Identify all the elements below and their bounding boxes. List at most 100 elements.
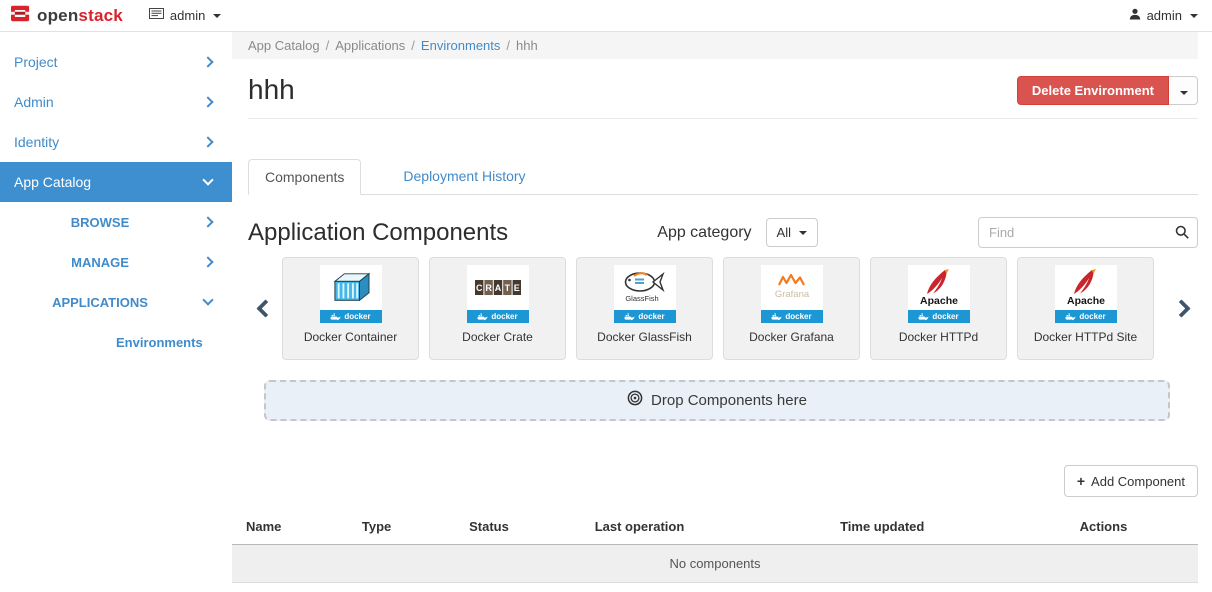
sidebar-item-admin[interactable]: Admin: [0, 82, 232, 122]
breadcrumb-separator: /: [506, 38, 510, 53]
docker-badge: docker: [614, 310, 676, 323]
docker-whale-icon: [918, 313, 929, 321]
component-tile: Apache docker: [908, 265, 970, 323]
component-card-label: Docker Grafana: [749, 330, 834, 344]
svg-text:A: A: [494, 283, 501, 293]
chevron-right-icon: [202, 96, 213, 107]
sidebar-item-label: Admin: [14, 94, 54, 110]
user-menu-dropdown[interactable]: admin: [1129, 8, 1198, 23]
carousel-prev-button[interactable]: [248, 302, 282, 315]
topbar-left: openstack admin: [10, 4, 221, 28]
docker-whale-icon: [624, 313, 635, 321]
breadcrumb-item: Applications: [335, 38, 405, 53]
sidebar-item-label: MANAGE: [0, 255, 200, 270]
column-header-name: Name: [232, 511, 348, 545]
context-project-label: admin: [170, 8, 205, 23]
docker-badge-text: docker: [1079, 312, 1105, 321]
tab-components[interactable]: Components: [248, 159, 361, 195]
drop-zone-text: Drop Components here: [651, 392, 807, 409]
breadcrumb: App Catalog / Applications / Environments / hh…: [232, 32, 1198, 59]
tab-bar: Components Deployment History: [248, 159, 1198, 195]
component-card-docker-glassfish[interactable]: GlassFish docker Docker GlassFish: [576, 257, 713, 360]
component-card-docker-httpd-site[interactable]: Apache docker Docker HTTPd Site: [1017, 257, 1154, 360]
component-tile: GlassFish docker: [614, 265, 676, 323]
sidebar-item-browse[interactable]: BROWSE: [0, 202, 232, 242]
page-title: hhh: [248, 74, 295, 106]
application-components-heading: Application Components: [248, 219, 508, 247]
tab-deployment-history[interactable]: Deployment History: [387, 159, 541, 195]
component-card-label: Docker HTTPd Site: [1034, 330, 1137, 344]
docker-whale-icon: [771, 313, 782, 321]
breadcrumb-link-environments[interactable]: Environments: [421, 38, 500, 53]
breadcrumb-item: App Catalog: [248, 38, 320, 53]
drop-components-zone[interactable]: Drop Components here: [264, 380, 1170, 421]
app-category-value: All: [777, 225, 791, 240]
component-card-docker-grafana[interactable]: Grafana docker Docker Grafana: [723, 257, 860, 360]
column-header-type: Type: [348, 511, 455, 545]
add-component-button[interactable]: + Add Component: [1064, 465, 1198, 497]
find-input[interactable]: [978, 217, 1198, 248]
sidebar-item-manage[interactable]: MANAGE: [0, 242, 232, 282]
sidebar-item-environments[interactable]: Environments: [0, 322, 232, 362]
delete-environment-button[interactable]: Delete Environment: [1017, 76, 1169, 105]
crate-icon: C R A T E: [467, 265, 529, 310]
component-card-docker-crate[interactable]: C R A T E docker: [429, 257, 566, 360]
top-navbar: openstack admin admin: [0, 0, 1212, 32]
component-card-docker-httpd[interactable]: Apache docker Docker HTTPd: [870, 257, 1007, 360]
sidebar-item-project[interactable]: Project: [0, 42, 232, 82]
component-card-label: Docker Crate: [462, 330, 533, 344]
chevron-left-icon: [256, 299, 274, 317]
component-card-docker-container[interactable]: docker Docker Container: [282, 257, 419, 360]
chevron-right-icon: [202, 216, 213, 227]
svg-text:C: C: [475, 283, 482, 293]
docker-container-icon: [320, 265, 382, 310]
project-context-dropdown[interactable]: admin: [149, 8, 221, 23]
app-category-dropdown[interactable]: All: [766, 218, 818, 247]
chevron-down-icon: [202, 294, 213, 305]
components-table-section: + Add Component Name Type Status Last op…: [232, 465, 1198, 583]
sidebar-item-label: Project: [14, 54, 58, 70]
openstack-logo[interactable]: openstack: [10, 4, 123, 28]
breadcrumb-separator: /: [411, 38, 415, 53]
component-card-label: Docker HTTPd: [899, 330, 978, 344]
component-tile: C R A T E docker: [467, 265, 529, 323]
components-heading-row: Application Components App category All: [248, 217, 1198, 248]
display-list-icon: [149, 8, 164, 23]
sidebar-item-identity[interactable]: Identity: [0, 122, 232, 162]
docker-badge-text: docker: [785, 312, 811, 321]
glassfish-icon: GlassFish: [614, 265, 676, 310]
main-layout: Project Admin Identity App Catalog BROWS…: [0, 32, 1212, 592]
svg-text:T: T: [504, 283, 510, 293]
search-icon[interactable]: [1175, 225, 1189, 244]
brand-text-open: open: [37, 6, 78, 25]
title-divider: [248, 118, 1198, 119]
column-header-last-operation: Last operation: [581, 511, 826, 545]
breadcrumb-separator: /: [326, 38, 330, 53]
components-table: Name Type Status Last operation Time upd…: [232, 511, 1198, 583]
docker-badge: docker: [908, 310, 970, 323]
delete-environment-dropdown-toggle[interactable]: [1169, 76, 1198, 105]
components-carousel: docker Docker Container: [248, 257, 1198, 360]
docker-whale-icon: [1065, 313, 1076, 321]
column-header-time-updated: Time updated: [826, 511, 1066, 545]
sidebar-item-app-catalog[interactable]: App Catalog: [0, 162, 232, 202]
user-name-label: admin: [1147, 8, 1182, 23]
page-header: hhh Delete Environment: [248, 74, 1198, 106]
breadcrumb-item-current: hhh: [516, 38, 538, 53]
chevron-down-icon: [202, 174, 213, 185]
svg-text:R: R: [485, 283, 492, 293]
sidebar-item-applications[interactable]: APPLICATIONS: [0, 282, 232, 322]
chevron-right-icon: [202, 136, 213, 147]
apache-logo-text: Apache: [1067, 295, 1105, 307]
sidebar-item-label: Identity: [14, 134, 59, 150]
component-card-label: Docker Container: [304, 330, 397, 344]
plus-icon: +: [1077, 473, 1085, 489]
delete-environment-split-button: Delete Environment: [1017, 76, 1198, 105]
caret-down-icon: [1190, 14, 1198, 18]
carousel-next-button[interactable]: [1164, 302, 1198, 315]
component-card-label: Docker GlassFish: [597, 330, 692, 344]
app-category-filter: App category All: [657, 218, 818, 247]
component-tile: docker: [320, 265, 382, 323]
components-panel: Application Components App category All: [232, 217, 1198, 421]
add-component-label: Add Component: [1091, 474, 1185, 489]
